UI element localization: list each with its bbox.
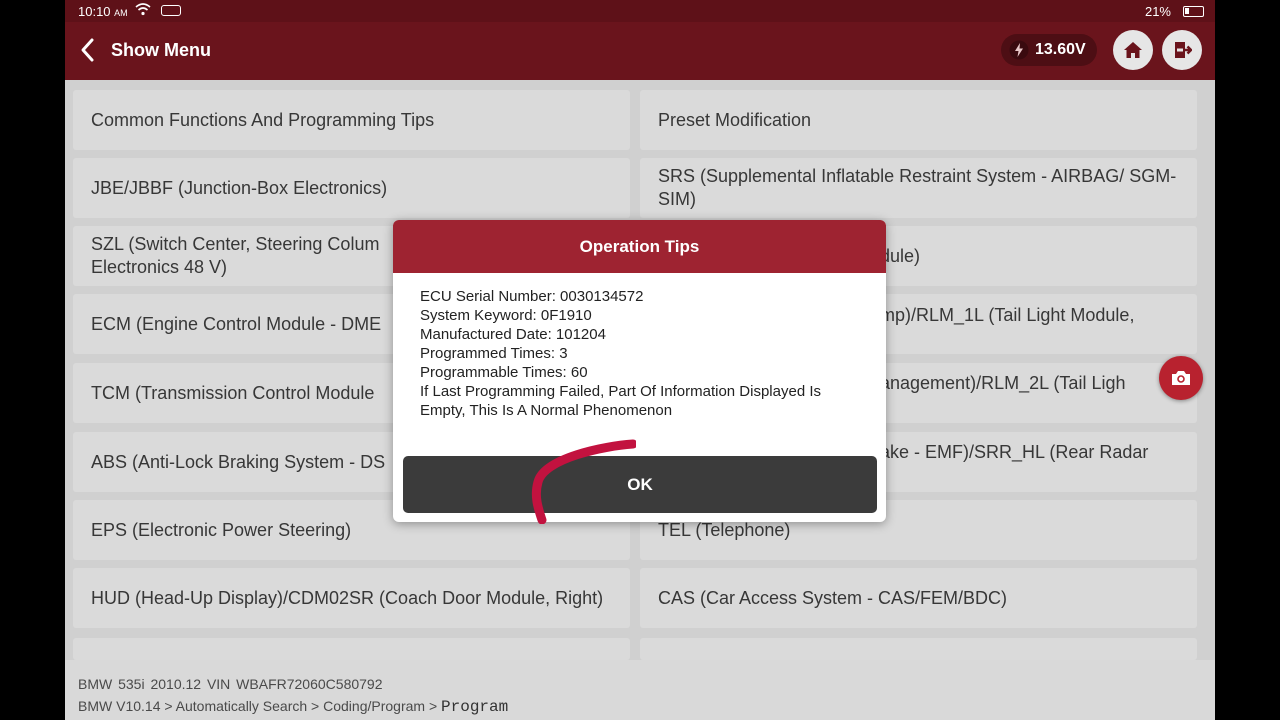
voltage-badge: 13.60V [1001, 34, 1097, 66]
menu-item[interactable]: HUD (Head-Up Display)/CDM02SR (Coach Doo… [73, 568, 630, 628]
camera-icon [1172, 371, 1190, 385]
voltage-value: 13.60V [1035, 41, 1086, 58]
keyboard-icon [161, 5, 181, 16]
screenshot-button[interactable] [1159, 356, 1203, 400]
home-button[interactable] [1113, 30, 1153, 70]
breadcrumb-current: Program [441, 698, 509, 716]
programmable-times-line: Programmable Times: 60 [420, 364, 588, 381]
dialog-message: ECU Serial Number: 0030134572 System Key… [420, 287, 860, 420]
page-title: Show Menu [111, 40, 211, 60]
wifi-icon [135, 3, 151, 16]
menu-item[interactable] [73, 638, 630, 660]
ecu-serial-line: ECU Serial Number: 0030134572 [420, 288, 644, 305]
menu-item[interactable] [640, 638, 1197, 660]
back-arrow-icon[interactable] [77, 36, 97, 64]
menu-item[interactable]: Common Functions And Programming Tips [73, 90, 630, 150]
menu-item[interactable]: CAS (Car Access System - CAS/FEM/BDC) [640, 568, 1197, 628]
dialog-title: Operation Tips [393, 220, 886, 273]
battery-icon [1183, 6, 1204, 17]
exit-icon [1175, 42, 1192, 58]
system-keyword-line: System Keyword: 0F1910 [420, 307, 592, 324]
menu-item[interactable]: JBE/JBBF (Junction-Box Electronics) [73, 158, 630, 218]
operation-tips-dialog: Operation Tips ECU Serial Number: 003013… [393, 220, 886, 522]
status-time: 10:10 AM [78, 4, 128, 19]
exit-button[interactable] [1162, 30, 1202, 70]
ok-button[interactable]: OK [403, 456, 877, 513]
menu-item[interactable]: SRS (Supplemental Inflatable Restraint S… [640, 158, 1197, 218]
note-line: If Last Programming Failed, Part Of Info… [420, 383, 826, 419]
programmed-times-line: Programmed Times: 3 [420, 345, 568, 362]
breadcrumb: BMW V10.14 > Automatically Search > Codi… [78, 698, 509, 716]
footer-info: BMW 535i 2010.12 VIN WBAFR72060C580792 B… [65, 660, 1215, 720]
menu-item[interactable]: Preset Modification [640, 90, 1197, 150]
home-icon [1124, 42, 1142, 58]
status-bar: 10:10 AM 21% [65, 0, 1215, 22]
manufactured-date-line: Manufactured Date: 101204 [420, 326, 606, 343]
app-bar: Show Menu 13.60V [65, 22, 1215, 80]
lightning-icon [1009, 40, 1029, 60]
vehicle-info: BMW 535i 2010.12 VIN WBAFR72060C580792 [78, 676, 383, 692]
battery-percent: 21% [1144, 4, 1171, 19]
